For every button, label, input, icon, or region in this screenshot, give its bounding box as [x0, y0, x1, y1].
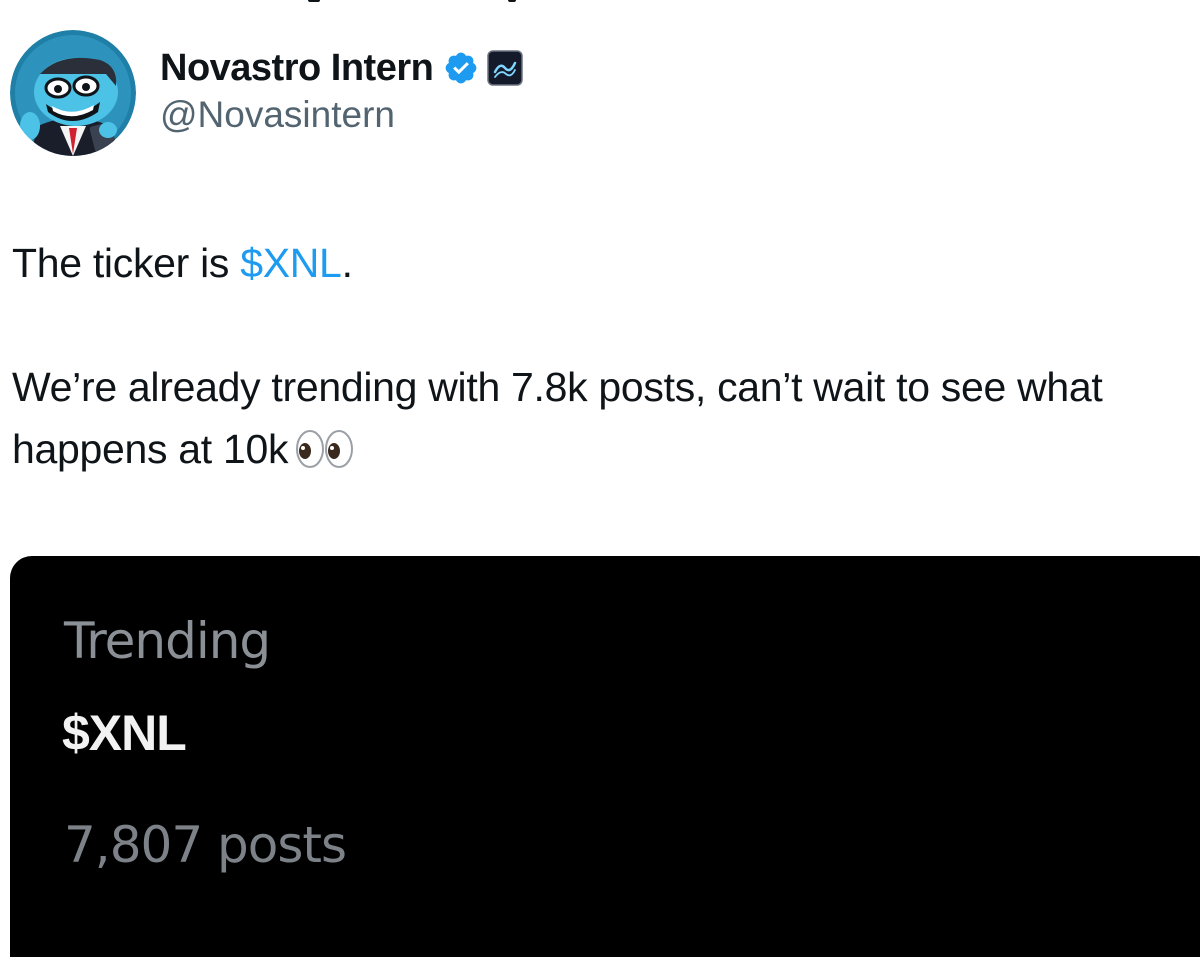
tweet-line-trending-text: We’re already trending with 7.8k posts, …: [12, 364, 1103, 472]
trend-name: $XNL: [62, 705, 187, 761]
author-display-name[interactable]: Novastro Intern: [160, 47, 434, 90]
novastro-logo-icon[interactable]: [487, 50, 524, 86]
tweet-line-trending: We’re already trending with 7.8k posts, …: [12, 356, 1182, 486]
tweet-screenshot: Novastro Intern @Novasintern The ticker …: [0, 0, 1200, 957]
author-block: Novastro Intern @Novasintern: [160, 44, 524, 136]
verified-badge-icon[interactable]: [443, 50, 479, 86]
trend-post-count: 7,807 posts: [64, 816, 347, 874]
eyes-emoji-icon: [294, 424, 356, 486]
tweet-text: The ticker is $XNL. We’re already trendi…: [12, 232, 1182, 486]
author-avatar[interactable]: [10, 30, 136, 156]
author-handle[interactable]: @Novasintern: [160, 94, 523, 136]
tweet-line-ticker-suffix: .: [341, 240, 353, 286]
cartoon-intern-avatar-icon: [10, 30, 136, 156]
author-name-row: Novastro Intern: [160, 44, 524, 92]
trend-label: Trending: [64, 612, 271, 670]
cashtag-link[interactable]: $XNL: [240, 240, 342, 286]
cropped-text-fragment: [0, 0, 1200, 6]
tweet-line-ticker: The ticker is $XNL.: [12, 232, 1182, 294]
tweet-line-ticker-prefix: The ticker is: [12, 240, 241, 286]
attached-image[interactable]: Trending $XNL 7,807 posts: [10, 556, 1200, 957]
